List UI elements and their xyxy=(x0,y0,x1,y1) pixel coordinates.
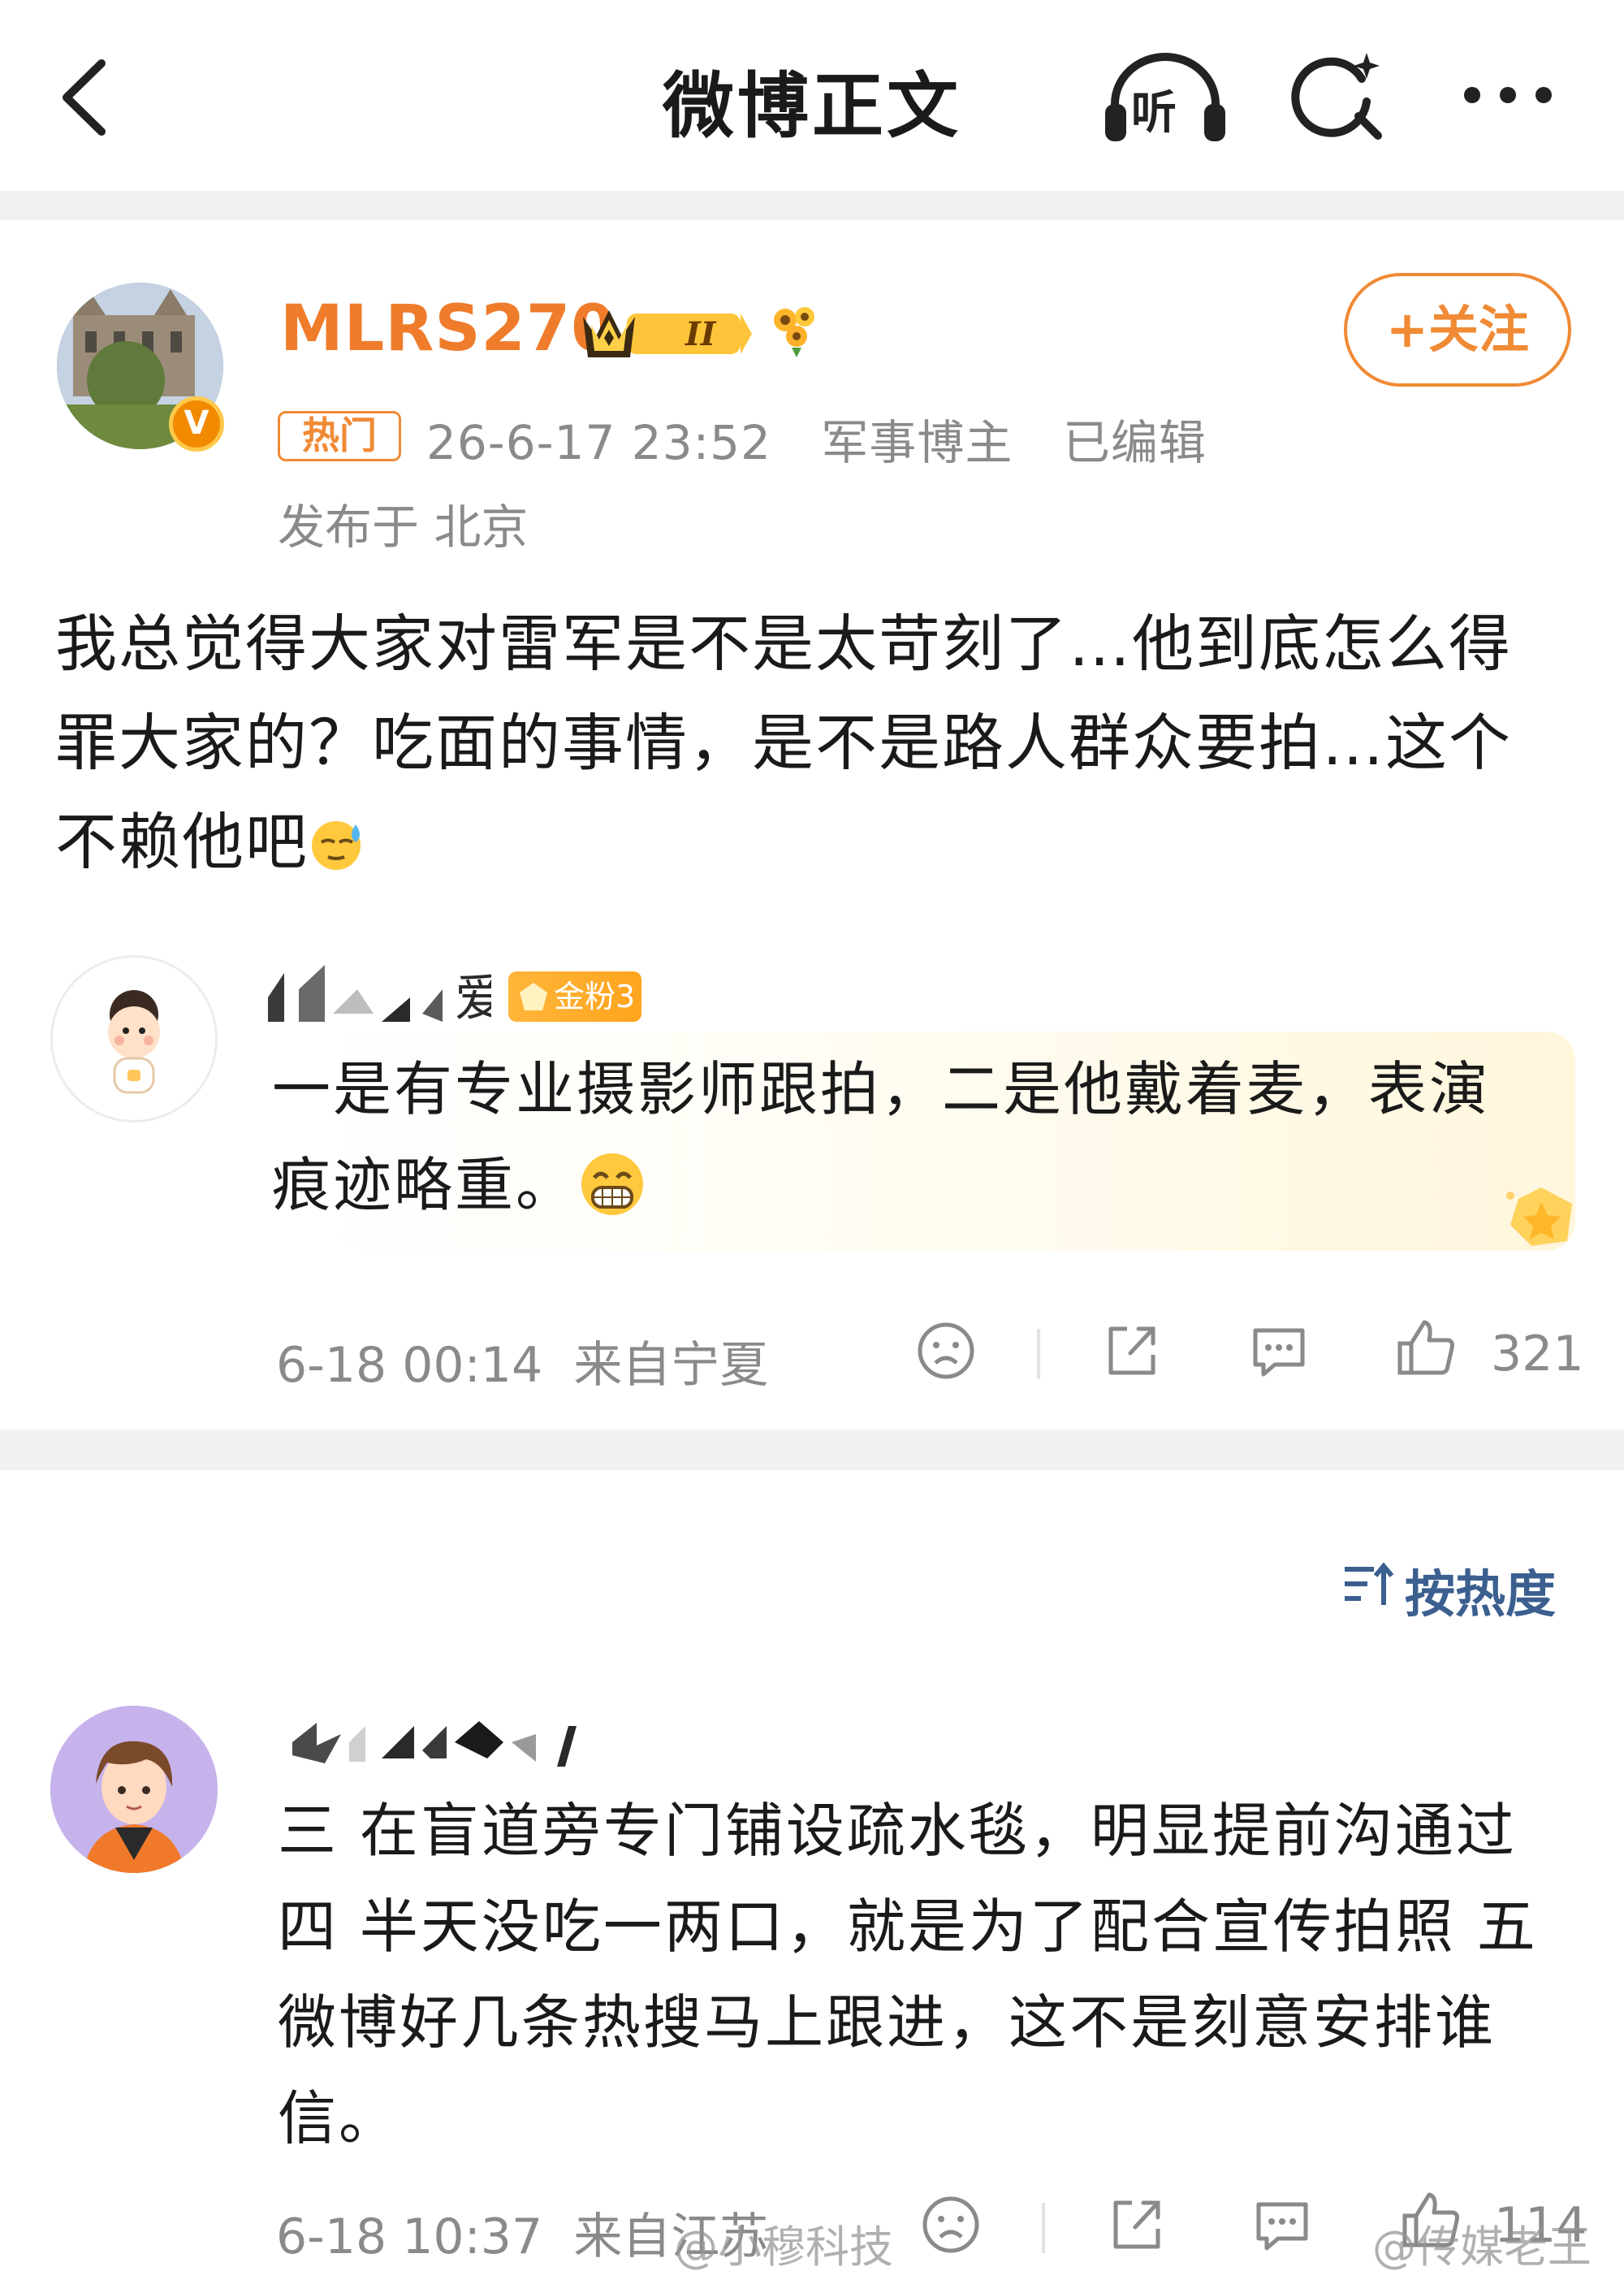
comment2-content: 三 在盲道旁专门铺设疏水毯，明显提前沟通过 四 半天没吃一两口，就是为了配合宣传… xyxy=(278,1797,1538,2152)
quoted-comment-content: 一是有专业摄影师跟拍，二是他戴着麦，表演痕迹略重。 xyxy=(272,1041,1539,1233)
action-divider xyxy=(1037,1329,1040,1379)
hot-tag: 热门 xyxy=(278,411,401,461)
comment-source: 来自宁夏 xyxy=(573,1337,769,1394)
comment2-time: 6-18 10:37 xyxy=(276,2208,543,2265)
gold-star-decoration-icon xyxy=(1506,1187,1572,1246)
post-datetime: 26-6-17 23:52 xyxy=(426,415,771,470)
author-name[interactable]: MLRS270 xyxy=(280,292,615,366)
grin-emoji-icon xyxy=(581,1153,644,1215)
listen-label: 听 xyxy=(1131,87,1177,140)
sunflower-icon xyxy=(774,307,814,357)
member-crown-icon[interactable]: II xyxy=(578,301,753,364)
sort-by-heat-button[interactable]: 按热度 xyxy=(1405,1553,1556,1626)
post-meta: 26-6-17 23:52 军事博主 已编辑 xyxy=(426,404,1241,473)
comment-icon-2[interactable] xyxy=(1250,2193,1314,2256)
follow-button[interactable]: +关注 xyxy=(1344,273,1571,387)
ai-search-icon[interactable] xyxy=(1287,45,1389,146)
action-divider-2 xyxy=(1042,2203,1045,2253)
dislike-face-icon-2[interactable] xyxy=(919,2193,983,2256)
author-role: 军事博主 xyxy=(821,415,1013,470)
share-icon[interactable] xyxy=(1099,1319,1163,1382)
more-options-icon[interactable] xyxy=(1458,75,1559,115)
post-location: 发布于 北京 xyxy=(278,500,529,555)
commenter-avatar[interactable] xyxy=(50,955,218,1123)
comment-time: 6-18 00:14 xyxy=(276,1337,543,1394)
share-icon-2[interactable] xyxy=(1104,2193,1168,2256)
watermark-2: @传媒老王 xyxy=(1372,2221,1592,2273)
verified-badge: V xyxy=(169,396,224,452)
post-content: 我总觉得大家对雷军是不是太苛刻了…他到底怎么得罪大家的？吃面的事情，是不是路人群… xyxy=(55,595,1574,892)
commenter2-avatar[interactable] xyxy=(50,1706,218,1873)
sort-order-icon[interactable] xyxy=(1341,1559,1393,1610)
quoted-comment-text: 一是有专业摄影师跟拍，二是他戴着麦，表演痕迹略重。 xyxy=(272,1055,1491,1219)
post-action-time-source: 6-18 00:14 来自宁夏 xyxy=(276,1326,768,1396)
comment-icon[interactable] xyxy=(1247,1319,1311,1382)
watermark-1: @小穆科技 xyxy=(674,2221,893,2273)
svg-text:II: II xyxy=(685,315,717,353)
blurred-username-2 xyxy=(292,1721,577,1767)
separator xyxy=(0,191,1624,220)
gold-fan-icon xyxy=(520,983,547,1010)
like-thumb-icon[interactable] xyxy=(1395,1316,1458,1379)
post-text: 我总觉得大家对雷军是不是太苛刻了…他到底怎么得罪大家的？吃面的事情，是不是路人群… xyxy=(55,608,1512,878)
like-count: 321 xyxy=(1491,1326,1584,1382)
blurred-username: 爱 xyxy=(268,965,491,1022)
sweat-emoji-icon xyxy=(312,821,361,870)
edited-label[interactable]: 已编辑 xyxy=(1063,415,1207,470)
commenter-name-suffix: 爱 xyxy=(455,968,491,1022)
section-separator xyxy=(0,1430,1624,1470)
dislike-face-icon[interactable] xyxy=(914,1319,978,1382)
